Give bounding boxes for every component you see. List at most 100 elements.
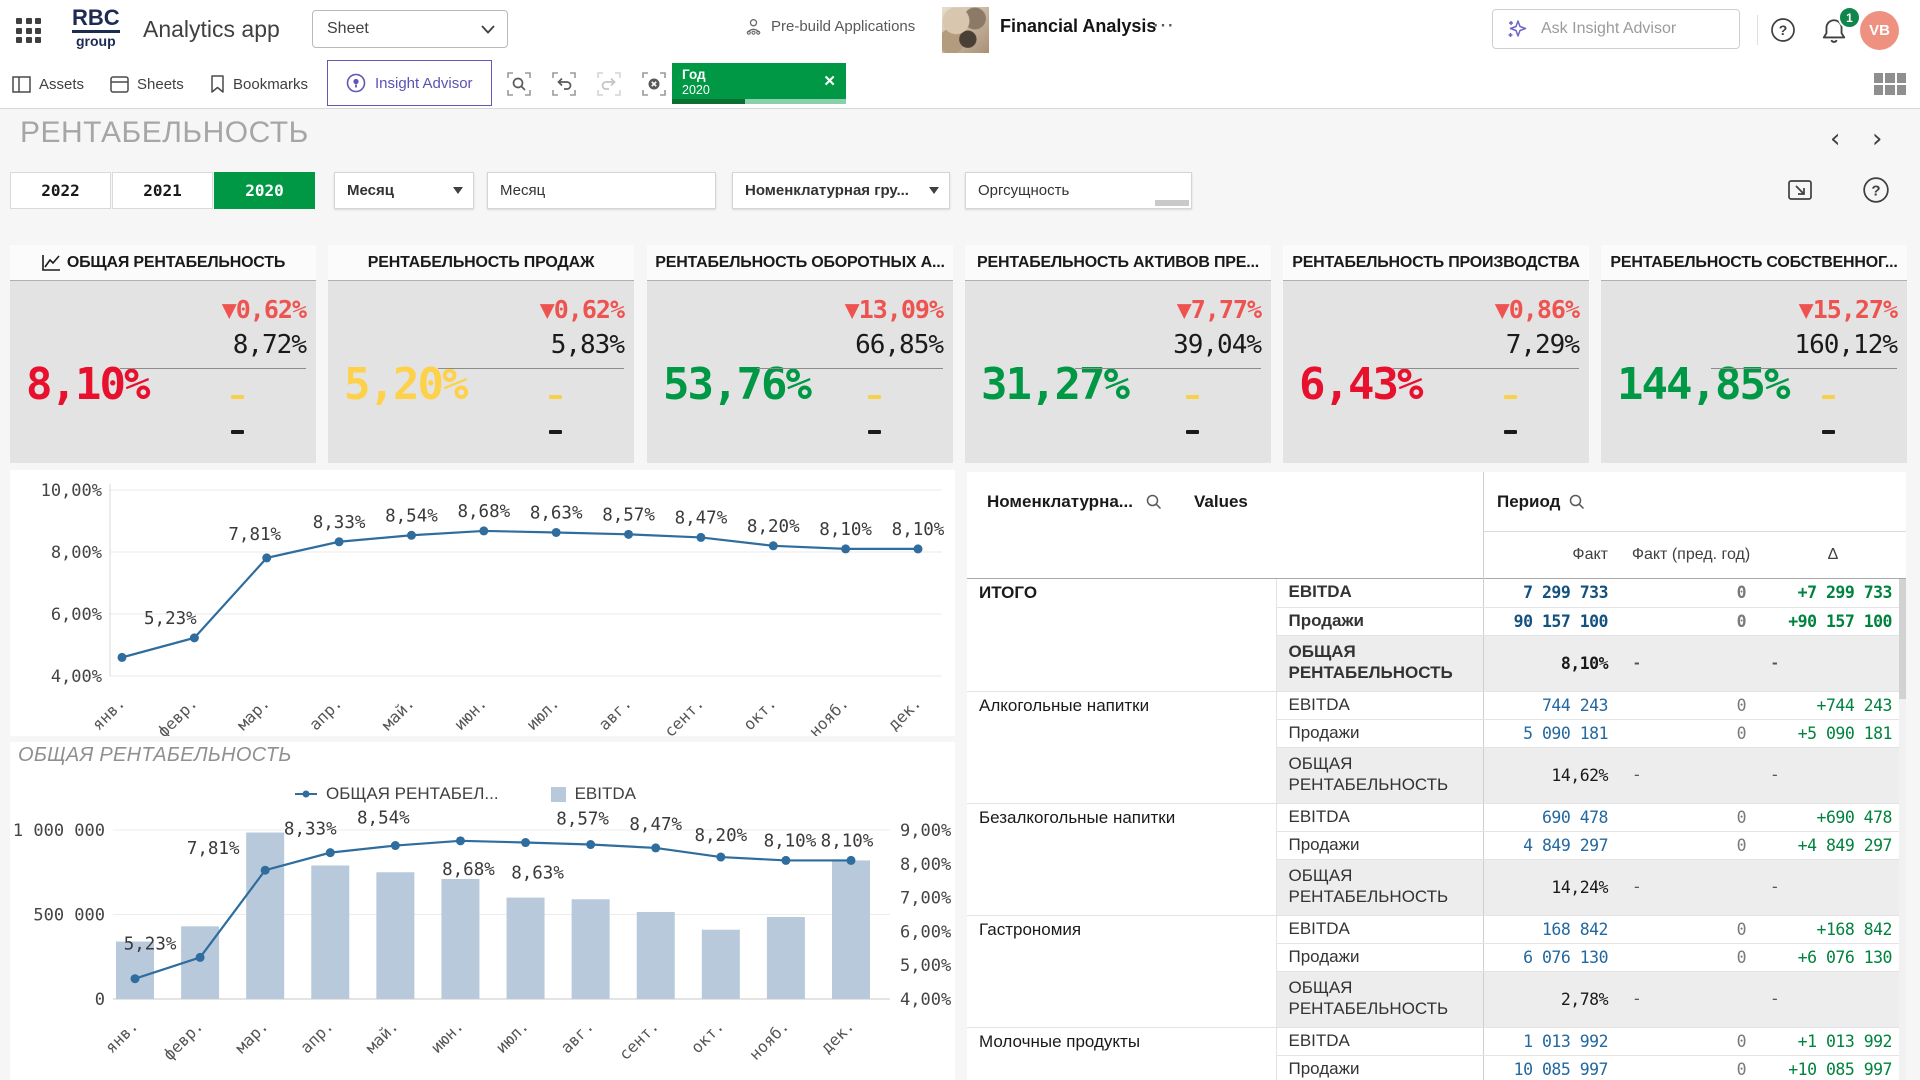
- fact-cell[interactable]: 690 478: [1483, 803, 1622, 831]
- step-forward-icon[interactable]: [595, 70, 623, 98]
- delta-cell[interactable]: -: [1760, 971, 1906, 1027]
- month-listbox[interactable]: Месяц: [487, 172, 716, 209]
- app-launcher-grid-icon[interactable]: [16, 18, 42, 44]
- metric-cell[interactable]: ОБЩАЯ РЕНТАБЕЛЬНОСТЬ: [1276, 971, 1483, 1027]
- metric-cell[interactable]: Продажи: [1276, 831, 1483, 859]
- metric-cell[interactable]: EBITDA: [1276, 803, 1483, 831]
- prev-sheet-arrow[interactable]: ‹: [1830, 124, 1840, 154]
- next-sheet-arrow[interactable]: ›: [1872, 124, 1882, 154]
- metric-cell[interactable]: EBITDA: [1276, 1027, 1483, 1055]
- delta-cell[interactable]: +90 157 100: [1760, 607, 1906, 635]
- sheets-tab[interactable]: Sheets: [110, 60, 184, 108]
- metric-cell[interactable]: EBITDA: [1276, 691, 1483, 719]
- fact-column-header[interactable]: Факт: [1483, 546, 1608, 564]
- fact-cell[interactable]: 168 842: [1483, 915, 1622, 943]
- sheet-selector-dropdown[interactable]: Sheet: [312, 10, 508, 48]
- delta-cell[interactable]: +6 076 130: [1760, 943, 1906, 971]
- help-icon[interactable]: ?: [1770, 17, 1796, 43]
- metric-cell[interactable]: Продажи: [1276, 719, 1483, 747]
- dimension-cell[interactable]: Алкогольные напитки: [967, 691, 1276, 803]
- metric-cell[interactable]: Продажи: [1276, 1055, 1483, 1080]
- export-icon[interactable]: [1786, 176, 1814, 204]
- dimension-cell[interactable]: Гастрономия: [967, 915, 1276, 1027]
- kpi-card-2[interactable]: РЕНТАБЕЛЬНОСТЬ ОБОРОТНЫХ А...53,76%▼13,0…: [647, 245, 953, 463]
- fact-prev-cell[interactable]: 0: [1622, 691, 1760, 719]
- metric-cell[interactable]: Продажи: [1276, 943, 1483, 971]
- period-column-header[interactable]: Период: [1497, 492, 1560, 512]
- fact-prev-cell[interactable]: 0: [1622, 579, 1760, 607]
- month-dropdown[interactable]: Месяц: [334, 172, 474, 209]
- kpi-card-5[interactable]: РЕНТАБЕЛЬНОСТЬ СОБСТВЕННОГ...144,85%▼15,…: [1601, 245, 1907, 463]
- bookmarks-tab[interactable]: Bookmarks: [210, 60, 308, 108]
- delta-cell[interactable]: +744 243: [1760, 691, 1906, 719]
- year-button-2022[interactable]: 2022: [10, 172, 111, 209]
- dimension-cell[interactable]: ИТОГО: [967, 579, 1276, 691]
- sheet-grid-icon[interactable]: [1874, 73, 1906, 95]
- kpi-card-3[interactable]: РЕНТАБЕЛЬНОСТЬ АКТИВОВ ПРЕ...31,27%▼7,77…: [965, 245, 1271, 463]
- profitability-line-chart[interactable]: 10,00%8,00%6,00%4,00%5,23%7,81%8,33%8,54…: [10, 470, 955, 736]
- fact-cell[interactable]: 14,24%: [1483, 859, 1622, 915]
- ask-insight-advisor-box[interactable]: [1492, 9, 1740, 49]
- table-row[interactable]: Алкогольные напиткиEBITDA744 2430+744 24…: [967, 691, 1906, 719]
- fact-cell[interactable]: 90 157 100: [1483, 607, 1622, 635]
- kpi-card-0[interactable]: ОБЩАЯ РЕНТАБЕЛЬНОСТЬ8,10%▼0,62%8,72%: [10, 245, 316, 463]
- fact-prev-cell[interactable]: 0: [1622, 943, 1760, 971]
- fact-cell[interactable]: 2,78%: [1483, 971, 1622, 1027]
- delta-cell[interactable]: +10 085 997: [1760, 1055, 1906, 1080]
- fact-prev-cell[interactable]: -: [1622, 635, 1760, 691]
- insight-advisor-search-input[interactable]: [1539, 19, 1713, 39]
- fact-prev-cell[interactable]: 0: [1622, 719, 1760, 747]
- table-row[interactable]: ГастрономияEBITDA168 8420+168 842: [967, 915, 1906, 943]
- chip-close-icon[interactable]: ✕: [823, 72, 836, 90]
- nomenclature-dropdown[interactable]: Номенклатурная гру...: [732, 172, 950, 209]
- dimension-cell[interactable]: Безалкогольные напитки: [967, 803, 1276, 915]
- prebuild-applications-link[interactable]: Pre-build Applications: [744, 17, 915, 36]
- insight-advisor-tab[interactable]: Insight Advisor: [327, 60, 492, 106]
- help-icon[interactable]: ?: [1862, 176, 1890, 204]
- values-column-header[interactable]: Values: [1194, 492, 1248, 512]
- fact-cell[interactable]: 5 090 181: [1483, 719, 1622, 747]
- more-options-icon[interactable]: ⋯: [1152, 12, 1176, 38]
- smart-search-icon[interactable]: [505, 70, 533, 98]
- delta-cell[interactable]: -: [1760, 859, 1906, 915]
- fact-cell[interactable]: 744 243: [1483, 691, 1622, 719]
- fact-cell[interactable]: 14,62%: [1483, 747, 1622, 803]
- delta-cell[interactable]: +7 299 733: [1760, 579, 1906, 607]
- fact-prev-cell[interactable]: 0: [1622, 1055, 1760, 1080]
- fact-prev-year-column-header[interactable]: Факт (пред. год): [1622, 546, 1760, 564]
- search-icon[interactable]: [1145, 493, 1163, 511]
- table-row[interactable]: Молочные продуктыEBITDA1 013 9920+1 013 …: [967, 1027, 1906, 1055]
- scrollbar[interactable]: [1155, 200, 1189, 206]
- fact-prev-cell[interactable]: 0: [1622, 1027, 1760, 1055]
- year-button-2021[interactable]: 2021: [112, 172, 213, 209]
- fact-prev-cell[interactable]: -: [1622, 747, 1760, 803]
- fact-prev-cell[interactable]: 0: [1622, 607, 1760, 635]
- delta-cell[interactable]: +690 478: [1760, 803, 1906, 831]
- kpi-card-1[interactable]: РЕНТАБЕЛЬНОСТЬ ПРОДАЖ5,20%▼0,62%5,83%: [328, 245, 634, 463]
- table-row[interactable]: Безалкогольные напиткиEBITDA690 4780+690…: [967, 803, 1906, 831]
- kpi-card-4[interactable]: РЕНТАБЕЛЬНОСТЬ ПРОИЗВОДСТВА6,43%▼0,86%7,…: [1283, 245, 1589, 463]
- table-scrollbar[interactable]: [1899, 579, 1906, 1080]
- step-back-icon[interactable]: [550, 70, 578, 98]
- assets-tab[interactable]: Assets: [12, 60, 84, 108]
- fact-cell[interactable]: 10 085 997: [1483, 1055, 1622, 1080]
- profitability-combo-chart[interactable]: ОБЩАЯ РЕНТАБЕЛЬНОСТЬ ОБЩАЯ РЕНТАБЕЛ... E…: [10, 742, 955, 1080]
- delta-cell[interactable]: -: [1760, 635, 1906, 691]
- fact-cell[interactable]: 6 076 130: [1483, 943, 1622, 971]
- search-icon[interactable]: [1568, 493, 1586, 511]
- fact-cell[interactable]: 1 013 992: [1483, 1027, 1622, 1055]
- metric-cell[interactable]: ОБЩАЯ РЕНТАБЕЛЬНОСТЬ: [1276, 747, 1483, 803]
- delta-cell[interactable]: +168 842: [1760, 915, 1906, 943]
- selection-chip-year[interactable]: Год 2020 ✕: [672, 63, 846, 104]
- delta-cell[interactable]: -: [1760, 747, 1906, 803]
- org-listbox[interactable]: Оргсущность: [965, 172, 1192, 209]
- year-button-2020[interactable]: 2020: [214, 172, 315, 209]
- clear-selections-icon[interactable]: [640, 70, 668, 98]
- user-avatar[interactable]: VB: [1860, 11, 1899, 50]
- fact-cell[interactable]: 7 299 733: [1483, 579, 1622, 607]
- profitability-pivot-table[interactable]: Номенклатурна... Values Период Факт Факт…: [967, 472, 1906, 1080]
- metric-cell[interactable]: ОБЩАЯ РЕНТАБЕЛЬНОСТЬ: [1276, 635, 1483, 691]
- metric-cell[interactable]: EBITDA: [1276, 915, 1483, 943]
- metric-cell[interactable]: Продажи: [1276, 607, 1483, 635]
- metric-cell[interactable]: ОБЩАЯ РЕНТАБЕЛЬНОСТЬ: [1276, 859, 1483, 915]
